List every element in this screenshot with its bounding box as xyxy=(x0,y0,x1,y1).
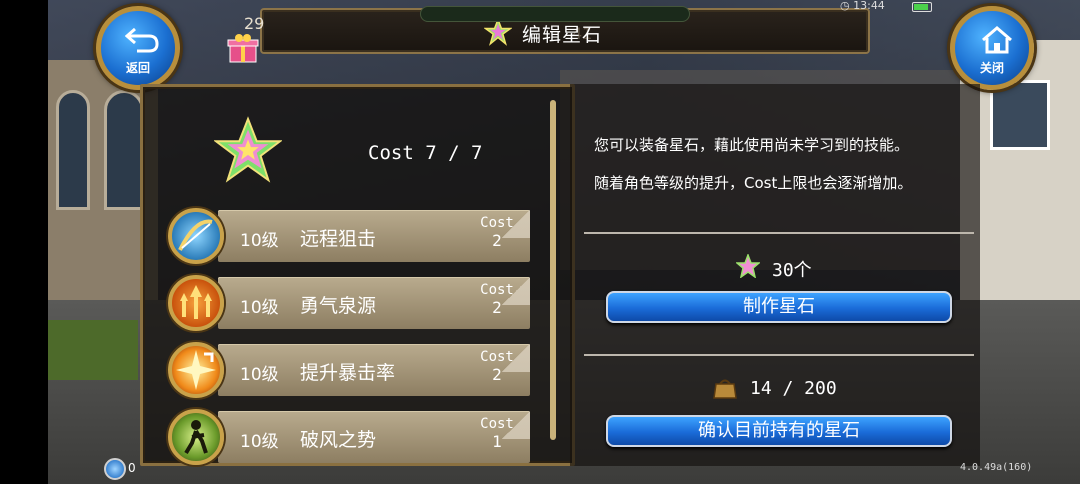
skill-row[interactable]: 10级 破风之势 Cost 1 xyxy=(168,409,530,465)
grass-patch xyxy=(48,320,138,380)
skill-cost-value: 2 xyxy=(492,365,502,384)
skill-cost: Cost 2 xyxy=(472,214,522,250)
clock-icon: ◷ xyxy=(840,0,850,12)
star-stone-small-icon xyxy=(736,254,760,278)
gift-icon[interactable] xyxy=(226,32,260,66)
window xyxy=(990,80,1050,150)
skill-cost-value: 2 xyxy=(492,298,502,317)
skill-level: 10级 xyxy=(240,298,279,318)
skill-level: 10级 xyxy=(240,231,279,251)
divider xyxy=(584,232,974,234)
time-text: 13:44 xyxy=(853,0,885,12)
status-time: ◷ 13:44 xyxy=(840,0,885,12)
skill-cost-label: Cost xyxy=(480,282,514,298)
windbreak-skill-icon xyxy=(168,409,224,465)
cost-total: Cost 7 / 7 xyxy=(368,142,483,164)
info-text-line: 随着角色等级的提升，Cost上限也会逐渐增加。 xyxy=(594,174,913,192)
divider xyxy=(584,354,974,356)
star-stone-count: 30个 xyxy=(772,260,812,281)
skill-cost-value: 2 xyxy=(492,231,502,250)
crit-skill-icon xyxy=(168,342,224,398)
skill-name: 勇气泉源 xyxy=(300,295,377,317)
close-button-label: 关闭 xyxy=(979,61,1004,75)
star-stone-panel xyxy=(140,84,575,466)
top-gauge xyxy=(420,6,690,22)
skill-name: 远程狙击 xyxy=(300,228,377,250)
home-icon xyxy=(982,26,1012,54)
bag-capacity: 14 / 200 xyxy=(750,378,837,399)
bag-icon xyxy=(713,379,737,399)
chat-icon[interactable] xyxy=(104,458,126,480)
sniper-skill-icon xyxy=(168,208,224,264)
skill-cost: Cost 2 xyxy=(472,348,522,384)
skill-level: 10级 xyxy=(240,365,279,385)
craft-star-stone-button[interactable]: 制作星石 xyxy=(606,291,952,323)
skill-cost-label: Cost xyxy=(480,416,514,432)
skill-cost: Cost 2 xyxy=(472,281,522,317)
skill-name: 提升暴击率 xyxy=(300,362,396,384)
page-title: 编辑星石 xyxy=(522,24,603,46)
skill-cost-label: Cost xyxy=(480,215,514,231)
back-arrow-icon xyxy=(125,27,159,53)
panel-scrollbar[interactable] xyxy=(550,100,556,440)
star-stone-icon xyxy=(484,18,512,46)
skill-row[interactable]: 10级 提升暴击率 Cost 2 xyxy=(168,342,530,398)
skill-name: 破风之势 xyxy=(300,429,377,451)
skill-cost: Cost 1 xyxy=(472,415,522,451)
star-stone-large-icon xyxy=(214,116,282,183)
courage-skill-icon xyxy=(168,275,224,331)
skill-row[interactable]: 10级 远程狙击 Cost 2 xyxy=(168,208,530,264)
skill-cost-label: Cost xyxy=(480,349,514,365)
back-button-label: 返回 xyxy=(125,61,150,75)
confirm-owned-stones-button[interactable]: 确认目前持有的星石 xyxy=(606,415,952,447)
skill-cost-value: 1 xyxy=(492,432,502,451)
close-button[interactable]: 关闭 xyxy=(950,6,1034,90)
screen-edge xyxy=(0,0,48,484)
currency-counter: 29 xyxy=(244,14,265,33)
info-text-line: 您可以装备星石，藉此使用尚未学习到的技能。 xyxy=(594,136,910,154)
version-text: 4.0.49a(160) xyxy=(960,462,1033,473)
skill-row[interactable]: 10级 勇气泉源 Cost 2 xyxy=(168,275,530,331)
battery-icon xyxy=(912,2,932,12)
skill-level: 10级 xyxy=(240,432,279,452)
chat-count: 0 xyxy=(128,461,136,475)
window xyxy=(56,90,90,210)
back-button[interactable]: 返回 xyxy=(96,6,180,90)
window xyxy=(104,90,144,210)
